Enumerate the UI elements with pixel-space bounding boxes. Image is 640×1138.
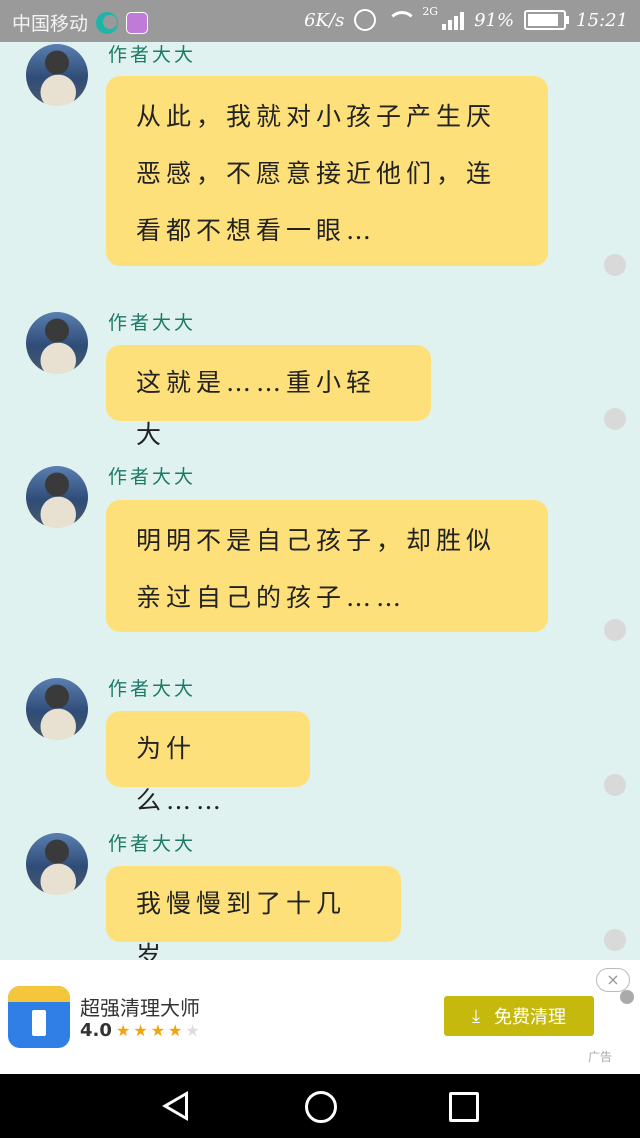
free-clean-label: 免费清理 — [493, 1007, 566, 1028]
ad-app-name[interactable]: 超强清理大师 — [80, 992, 200, 1021]
read-indicator — [604, 408, 626, 430]
navigation-bar — [0, 1074, 640, 1138]
download-icon: ⤓ — [472, 1005, 480, 1027]
message-bubble[interactable]: 为什么…… — [106, 711, 310, 815]
star-icon: ★ — [168, 1021, 186, 1040]
ad-banner[interactable]: 超强清理大师 4.0 ★★★★★ ⤓ 免费清理 × 广告 — [0, 960, 640, 1074]
author-avatar[interactable] — [26, 833, 88, 895]
star-icon: ★ — [116, 1021, 134, 1040]
author-name: 作者大大 — [108, 678, 197, 700]
author-avatar[interactable] — [26, 466, 88, 528]
moon-icon — [96, 11, 119, 34]
read-indicator — [604, 774, 626, 796]
ad-label: 广告 — [588, 1050, 613, 1064]
message-bubble[interactable]: 明明不是自己孩子，却胜似亲过自己的孩子…… — [106, 500, 548, 632]
battery-icon — [524, 10, 570, 30]
author-name: 作者大大 — [108, 466, 197, 488]
message-bubble[interactable]: 从此，我就对小孩子产生厌恶感，不愿意接近他们，连看都不想看一眼… — [106, 76, 548, 266]
image-icon — [126, 11, 149, 34]
read-indicator — [604, 619, 626, 641]
network-type: 2G — [422, 4, 439, 18]
recent-apps-icon[interactable] — [449, 1092, 479, 1122]
author-avatar[interactable] — [26, 44, 88, 106]
network-speed: 6K/s — [304, 9, 345, 31]
message-bubble[interactable]: 我慢慢到了十几岁 — [106, 866, 401, 960]
status-bar: 中国移动 6K/s 2G 91% 15:21 — [0, 0, 640, 42]
message-bubble[interactable]: 这就是……重小轻大 — [106, 345, 431, 449]
home-icon[interactable] — [305, 1091, 337, 1123]
wifi-icon — [386, 11, 418, 29]
cleaner-app-icon[interactable] — [8, 986, 70, 1048]
signal-icon — [442, 10, 465, 30]
free-clean-button[interactable]: ⤓ 免费清理 — [444, 996, 594, 1036]
alarm-icon — [354, 9, 377, 31]
author-avatar[interactable] — [26, 312, 88, 374]
chat-thread[interactable]: 作者大大 从此，我就对小孩子产生厌恶感，不愿意接近他们，连看都不想看一眼… 作者… — [0, 42, 640, 960]
star-rating: ★★★★★ — [116, 1021, 203, 1040]
ad-close-button[interactable]: × — [596, 968, 630, 992]
ad-rating: 4.0 — [80, 1020, 112, 1041]
back-icon[interactable] — [162, 1091, 188, 1121]
star-icon: ★ — [150, 1021, 169, 1040]
star-icon: ★ — [133, 1021, 151, 1040]
battery-percent: 91% — [474, 9, 515, 31]
author-name: 作者大大 — [108, 312, 197, 334]
read-indicator — [604, 929, 626, 951]
carrier-label: 中国移动 — [12, 13, 89, 35]
ad-settings-icon[interactable] — [620, 990, 634, 1004]
author-name: 作者大大 — [108, 833, 197, 855]
read-indicator — [604, 254, 626, 276]
author-avatar[interactable] — [26, 678, 88, 740]
author-name: 作者大大 — [108, 44, 197, 66]
clock: 15:21 — [576, 9, 628, 31]
star-empty-icon: ★ — [185, 1021, 203, 1040]
